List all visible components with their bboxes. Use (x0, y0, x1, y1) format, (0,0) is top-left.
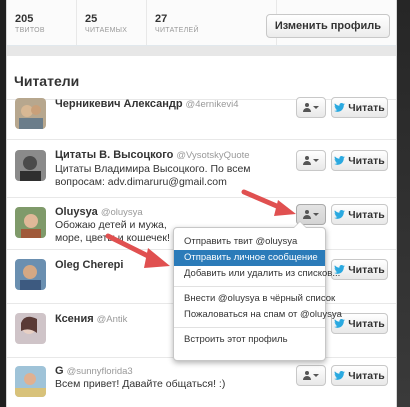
follower-handle[interactable]: @4ernikevi4 (186, 99, 239, 110)
name-line: Oluysya @oluysya (55, 206, 143, 218)
follower-name[interactable]: Черникевич Александр (55, 98, 183, 110)
name-line: Черникевич Александр @4ernikevi4 (55, 98, 239, 110)
follow-button-label: Читать (348, 208, 385, 221)
name-line: Ксения @Antik (55, 313, 127, 325)
follower-name[interactable]: Oluysya (55, 206, 98, 218)
person-icon (303, 156, 311, 165)
section-divider (7, 46, 396, 56)
follower-name[interactable]: Oleg Cherepi (55, 259, 123, 271)
avatar[interactable] (15, 207, 46, 238)
follow-button-label: Читать (348, 154, 385, 167)
follow-button-label: Читать (348, 263, 385, 276)
person-icon (303, 103, 311, 112)
scrollbar-track[interactable] (397, 0, 410, 407)
avatar[interactable] (15, 98, 46, 129)
follower-handle[interactable]: @oluysya (101, 207, 143, 218)
twitter-bird-icon (334, 103, 346, 112)
twitter-bird-icon (334, 319, 346, 328)
follower-row: G @sunnyflorida3 Всем привет! Давайте общ… (7, 358, 396, 407)
follow-button[interactable]: Читать (331, 97, 388, 118)
follower-handle[interactable]: @sunnyflorida3 (67, 366, 133, 377)
user-actions-dropdown: Отправить твит @oluysya Отправить личное… (173, 221, 342, 361)
avatar[interactable] (15, 313, 46, 344)
avatar[interactable] (15, 259, 46, 290)
avatar[interactable] (15, 366, 46, 397)
stat-tweets[interactable]: 205 ТВИТОВ (7, 0, 77, 45)
stat-followers-count: 27 (155, 13, 168, 25)
follow-button[interactable]: Читать (331, 365, 388, 386)
menu-divider (174, 327, 325, 328)
twitter-bird-icon (334, 371, 346, 380)
followers-panel: 205 ТВИТОВ 25 ЧИТАЕМЫХ 27 ЧИТАТЕЛЕЙ Изме… (6, 0, 397, 407)
profile-stats-bar: 205 ТВИТОВ 25 ЧИТАЕМЫХ 27 ЧИТАТЕЛЕЙ Изме… (7, 0, 396, 46)
person-icon (303, 210, 311, 219)
follow-button-label: Читать (348, 317, 385, 330)
follower-bio: Обожаю детей и мужа, море, цветы и кошеч… (55, 219, 170, 244)
stat-followers-label: ЧИТАТЕЛЕЙ (155, 27, 199, 34)
name-line: G @sunnyflorida3 (55, 365, 133, 377)
follow-button[interactable]: Читать (331, 150, 388, 171)
follower-name[interactable]: Цитаты В. Высоцкого (55, 149, 173, 161)
stat-followers[interactable]: 27 ЧИТАТЕЛЕЙ (147, 0, 277, 45)
menu-item-embed-profile[interactable]: Встроить этот профиль (174, 332, 325, 348)
stat-tweets-label: ТВИТОВ (15, 27, 45, 34)
follower-row: Черникевич Александр @4ernikevi4 Читать (7, 90, 396, 140)
stat-tweets-count: 205 (15, 13, 34, 25)
follow-button-label: Читать (348, 101, 385, 114)
menu-item-block[interactable]: Внести @oluysya в чёрный список (174, 291, 335, 307)
menu-item-send-direct-message[interactable]: Отправить личное сообщение (174, 250, 325, 266)
follow-button-label: Читать (348, 369, 385, 382)
follower-bio: Цитаты Владимира Высоцкого. По всем вопр… (55, 163, 251, 188)
follow-button[interactable]: Читать (331, 204, 388, 225)
follower-name[interactable]: G (55, 365, 64, 377)
stat-following-count: 25 (85, 13, 98, 25)
menu-divider (174, 286, 325, 287)
follower-bio: Всем привет! Давайте общаться! :) (55, 378, 226, 390)
follower-row: Цитаты В. Высоцкого @VysotskyQuote Цитаты… (7, 140, 396, 198)
name-line: Цитаты В. Высоцкого @VysotskyQuote (55, 149, 250, 161)
stat-following-label: ЧИТАЕМЫХ (85, 27, 128, 34)
follower-handle[interactable]: @Antik (97, 314, 128, 325)
user-actions-button[interactable] (296, 97, 326, 118)
menu-item-add-remove-lists[interactable]: Добавить или удалить из списков... (174, 266, 340, 282)
stat-following[interactable]: 25 ЧИТАЕМЫХ (77, 0, 147, 45)
chevron-down-icon (313, 374, 319, 377)
avatar[interactable] (15, 150, 46, 181)
twitter-bird-icon (334, 210, 346, 219)
user-actions-button[interactable] (296, 365, 326, 386)
edit-profile-button[interactable]: Изменить профиль (265, 14, 390, 38)
follower-name[interactable]: Ксения (55, 313, 94, 325)
follower-handle[interactable]: @VysotskyQuote (176, 150, 249, 161)
menu-item-send-tweet[interactable]: Отправить твит @oluysya (174, 234, 325, 250)
chevron-down-icon (313, 159, 319, 162)
person-icon (303, 371, 311, 380)
twitter-bird-icon (334, 156, 346, 165)
user-actions-button[interactable] (296, 150, 326, 171)
chevron-down-icon (313, 213, 319, 216)
menu-item-report-spam[interactable]: Пожаловаться на спам от @oluysya (174, 307, 342, 323)
chevron-down-icon (313, 106, 319, 109)
name-line: Oleg Cherepi (55, 259, 123, 271)
